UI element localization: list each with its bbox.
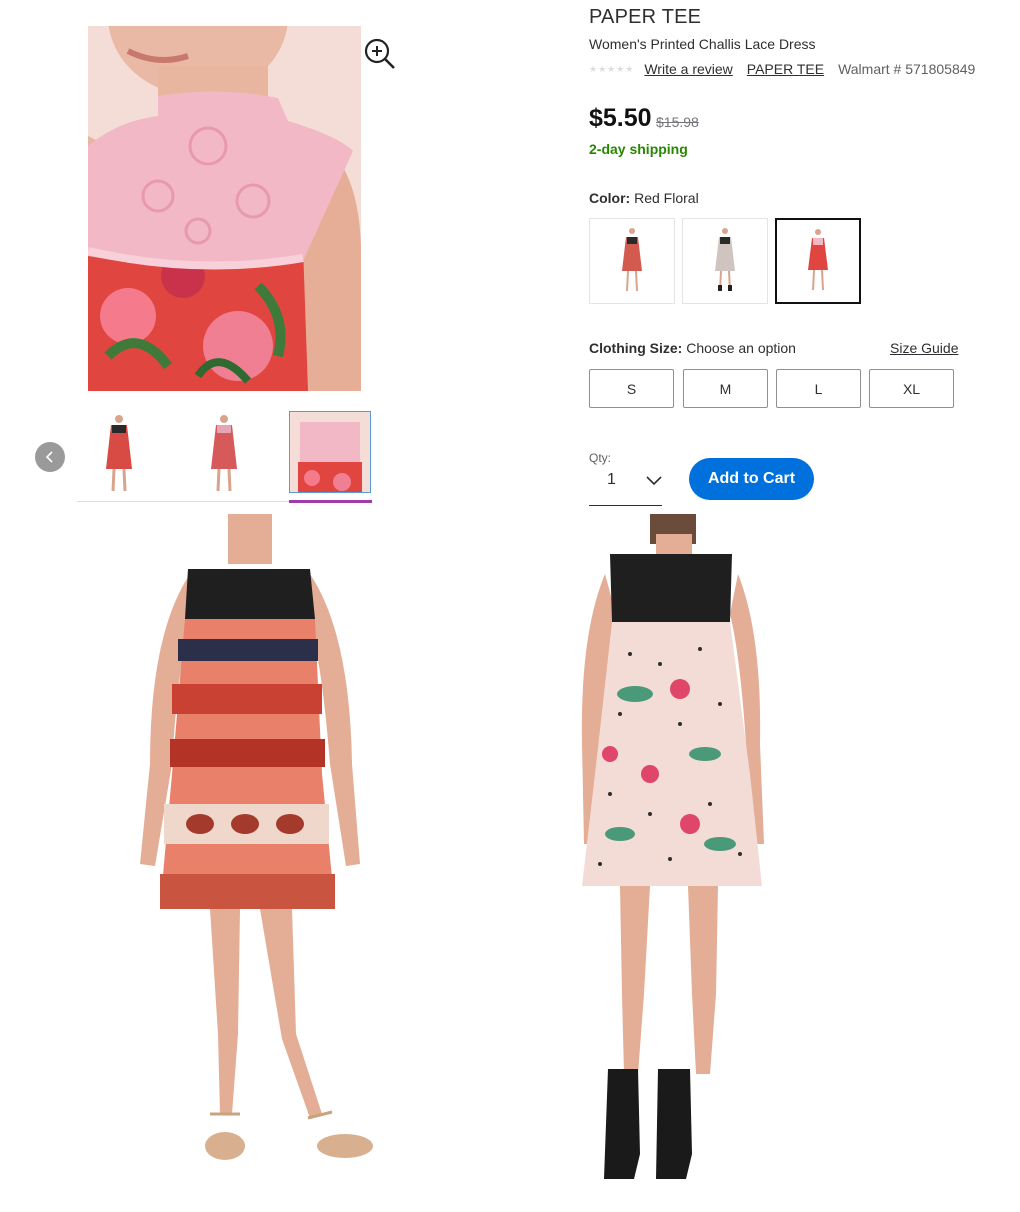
color-swatch-2[interactable]	[682, 218, 768, 304]
item-number: Walmart # 571805849	[838, 61, 976, 77]
zoom-in-icon[interactable]	[362, 36, 396, 70]
was-price: $15.98	[656, 114, 699, 130]
qty-label: Qty:	[589, 451, 612, 465]
chevron-left-icon	[45, 451, 53, 463]
rating-row: ★★★★★ Write a review PAPER TEE Walmart #…	[589, 61, 975, 77]
qty-underline	[589, 505, 662, 506]
size-option-s[interactable]: S	[589, 369, 674, 408]
current-price: $5.50	[589, 104, 652, 132]
thumbnail-front[interactable]	[78, 411, 160, 493]
color-value: Red Floral	[634, 190, 699, 206]
size-label: Clothing Size: Choose an option	[589, 340, 796, 356]
qty-select[interactable]: 1	[607, 471, 616, 489]
previous-image-button[interactable]	[35, 442, 65, 472]
color-swatch-1[interactable]	[589, 218, 675, 304]
chevron-down-icon[interactable]	[645, 473, 663, 486]
product-name: Women's Printed Challis Lace Dress	[589, 36, 816, 52]
brand-link[interactable]: PAPER TEE	[747, 61, 824, 77]
size-option-xl[interactable]: XL	[869, 369, 954, 408]
color-label-key: Color:	[589, 190, 631, 206]
write-review-link[interactable]: Write a review	[644, 61, 732, 77]
thumbnail-closeup[interactable]	[289, 411, 371, 493]
size-label-key: Clothing Size:	[589, 340, 683, 356]
size-option-l[interactable]: L	[776, 369, 861, 408]
thumbnail-back[interactable]	[183, 411, 265, 493]
color-label: Color: Red Floral	[589, 190, 699, 206]
main-product-image[interactable]	[88, 26, 361, 391]
color-swatch-3[interactable]	[775, 218, 861, 304]
product-image-front	[60, 514, 440, 1204]
size-value: Choose an option	[686, 340, 796, 356]
thumbnail-selected-indicator	[289, 500, 372, 503]
add-to-cart-button[interactable]: Add to Cart	[689, 458, 814, 500]
size-guide-link[interactable]: Size Guide	[890, 340, 958, 356]
shipping-badge: 2-day shipping	[589, 141, 688, 157]
size-option-m[interactable]: M	[683, 369, 768, 408]
product-image-back	[540, 514, 820, 1204]
product-brand-title: PAPER TEE	[589, 6, 702, 28]
rating-stars: ★★★★★	[589, 63, 635, 74]
